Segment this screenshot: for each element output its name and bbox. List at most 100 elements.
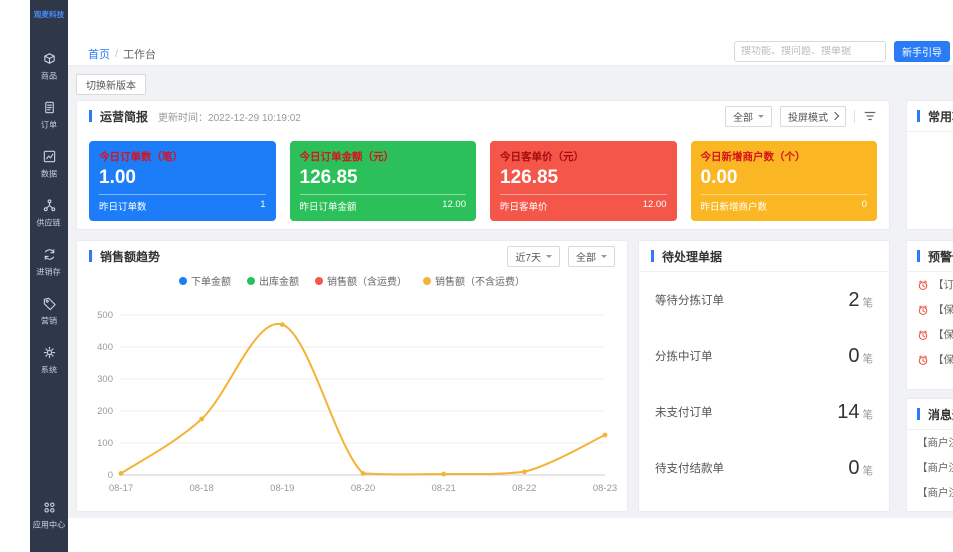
stat-card-avg-order-value: 今日客单价（元） 126.85 昨日客单价 12.00 [490, 141, 677, 221]
sidebar-item-marketing[interactable]: 营销 [30, 287, 68, 336]
legend-dot [247, 277, 255, 285]
panel-accent-bar [917, 408, 920, 420]
notification-item[interactable]: 【商户注册】 [907, 430, 953, 455]
warning-item[interactable]: 【保质期】 [907, 322, 953, 347]
warning-item[interactable]: 【订单】 [907, 272, 953, 297]
svg-text:0: 0 [108, 470, 113, 481]
product-box-icon [42, 51, 57, 66]
chart-legend: 下单金额 出库金额 销售额（含运费） 销售额（不含运费） [77, 273, 627, 288]
alarm-icon [917, 354, 929, 366]
stat-card-title: 今日客单价（元） [500, 149, 667, 164]
marketing-tag-icon [42, 296, 57, 311]
svg-text:08-22: 08-22 [512, 483, 536, 494]
sidebar-item-data[interactable]: 数据 [30, 140, 68, 189]
pending-row-label: 未支付订单 [655, 404, 713, 420]
pending-row-unpaid-orders[interactable]: 未支付订单 14笔 [639, 384, 889, 440]
pending-row-label: 等待分拣订单 [655, 292, 724, 308]
svg-text:300: 300 [97, 374, 113, 385]
pending-row-value: 0 [848, 345, 859, 368]
sidebar-item-label: 商品 [41, 70, 57, 82]
alarm-icon [917, 279, 929, 291]
caret-down-icon [758, 115, 764, 121]
warning-item[interactable]: 【保质期】 [907, 297, 953, 322]
pending-row-value: 14 [837, 401, 859, 424]
svg-text:100: 100 [97, 438, 113, 449]
caret-down-icon [546, 255, 552, 261]
trend-scope-value: 全部 [576, 249, 596, 264]
system-gear-icon [42, 345, 57, 360]
notification-item[interactable]: 【商户注册】 [907, 480, 953, 505]
stat-card-value: 1.00 [99, 167, 266, 189]
app-center-grid-icon [42, 500, 57, 515]
sidebar-item-orders[interactable]: 订单 [30, 91, 68, 140]
search-input[interactable] [735, 46, 879, 57]
newbie-guide-button[interactable]: 新手引导 [894, 41, 950, 62]
legend-dot [179, 277, 187, 285]
panel-accent-bar [651, 250, 654, 262]
legend-item-sales-without-shipping[interactable]: 销售额（不含运费） [423, 273, 525, 288]
stat-card-sub-value: 12.00 [442, 199, 466, 213]
trend-range-select[interactable]: 近7天 [507, 246, 560, 267]
pending-row-awaiting-sorting[interactable]: 等待分拣订单 2笔 [639, 272, 889, 328]
panel-accent-bar [917, 250, 920, 262]
pending-row-awaiting-settlement[interactable]: 待支付结款单 0笔 [639, 440, 889, 496]
briefing-scope-select[interactable]: 全部 [725, 106, 772, 127]
sidebar-item-supply-chain[interactable]: 供应链 [30, 189, 68, 238]
svg-text:08-18: 08-18 [190, 483, 214, 494]
briefing-header: 运营简报 更新时间：2022-12-29 10:19:02 全部 投屏模式 [77, 101, 889, 131]
stat-card-sub-label: 昨日新增商户数 [701, 199, 768, 213]
order-document-icon [42, 100, 57, 115]
sidebar-item-app-center[interactable]: 应用中心 [30, 491, 68, 540]
legend-item-order-amount[interactable]: 下单金额 [179, 273, 231, 288]
warnings-title: 预警信息 [928, 248, 953, 265]
legend-dot [423, 277, 431, 285]
legend-label: 出库金额 [259, 273, 299, 288]
notifications-title: 消息通知 [928, 406, 953, 423]
common-functions-title: 常用功能 [928, 108, 953, 125]
notification-item-label: 【商户注册】 [917, 460, 953, 475]
alarm-icon [917, 329, 929, 341]
sidebar-menu: 商品 订单 数据 供应链 进销存 营销 系统 [30, 42, 68, 385]
common-functions-header: 常用功能 [907, 101, 953, 132]
notification-item-label: 【商户注册】 [917, 485, 953, 500]
breadcrumb-home-link[interactable]: 首页 [88, 46, 110, 62]
screen-mode-label: 投屏模式 [788, 109, 828, 124]
trend-scope-select[interactable]: 全部 [568, 246, 615, 267]
pending-row-label: 待支付结款单 [655, 460, 724, 476]
legend-label: 下单金额 [191, 273, 231, 288]
pending-docs-title: 待处理单据 [662, 248, 722, 265]
notification-item[interactable]: 【商户注册】 [907, 505, 953, 512]
supply-chain-icon [42, 198, 57, 213]
switch-version-button[interactable]: 切换新版本 [76, 74, 146, 95]
sidebar-item-label: 营销 [41, 315, 57, 327]
legend-label: 销售额（不含运费） [435, 273, 525, 288]
stat-card-sub-label: 昨日订单金额 [300, 199, 357, 213]
sidebar-item-system[interactable]: 系统 [30, 336, 68, 385]
sidebar-item-label: 订单 [41, 119, 57, 131]
data-chart-icon [42, 149, 57, 164]
filter-icon[interactable] [863, 109, 877, 123]
warning-item-label: 【保质期】 [933, 352, 953, 367]
stat-card-sub-label: 昨日订单数 [99, 199, 147, 213]
stat-card-today-amount: 今日订单金额（元） 126.85 昨日订单金额 12.00 [290, 141, 477, 221]
briefing-updated-time: 更新时间：2022-12-29 10:19:02 [158, 109, 301, 124]
brand-logo: 观麦科技 [34, 9, 64, 19]
notification-item[interactable]: 【商户注册】 [907, 455, 953, 480]
legend-item-sales-with-shipping[interactable]: 销售额（含运费） [315, 273, 407, 288]
screen-mode-button[interactable]: 投屏模式 [780, 106, 846, 127]
svg-text:400: 400 [97, 342, 113, 353]
pending-row-sorting[interactable]: 分拣中订单 0笔 [639, 328, 889, 384]
sidebar-item-inventory[interactable]: 进销存 [30, 238, 68, 287]
sidebar-item-goods[interactable]: 商品 [30, 42, 68, 91]
stat-card-sub-label: 昨日客单价 [500, 199, 548, 213]
sales-trend-line-chart: 010020030040050008-1708-1808-1908-2008-2… [83, 303, 621, 503]
sidebar: 观麦科技 商品 订单 数据 供应链 进销存 营销 系统 [30, 0, 68, 552]
briefing-title: 运营简报 [100, 108, 148, 125]
legend-item-outbound-amount[interactable]: 出库金额 [247, 273, 299, 288]
pending-docs-header: 待处理单据 [639, 241, 889, 272]
sales-trend-title: 销售额趋势 [100, 248, 160, 265]
stat-cards-row: 今日订单数（笔） 1.00 昨日订单数 1 今日订单金额（元） 126.85 昨… [89, 141, 877, 221]
briefing-scope-value: 全部 [733, 109, 753, 124]
svg-text:500: 500 [97, 310, 113, 321]
warning-item[interactable]: 【保质期】 [907, 347, 953, 372]
